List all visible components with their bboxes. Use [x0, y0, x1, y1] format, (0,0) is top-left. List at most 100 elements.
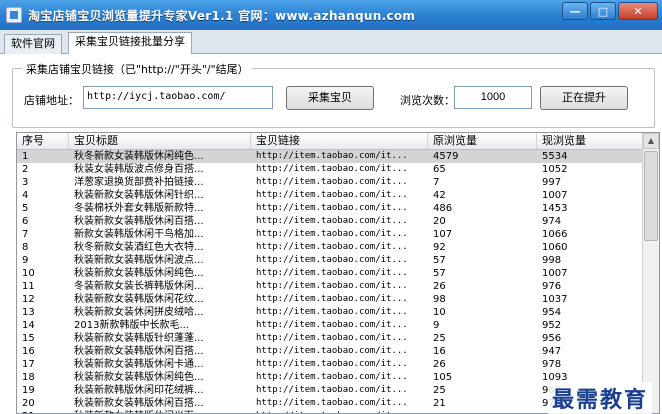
cell-original-views: 57	[433, 268, 446, 279]
cell-index: 16	[22, 346, 35, 357]
cell-title: 秋装新款女装韩版休闲百搭...	[74, 398, 204, 409]
minimize-button[interactable]: —	[562, 2, 588, 20]
cell-current-views: 1060	[542, 242, 568, 253]
column-header-link[interactable]: 宝贝链接	[251, 133, 428, 149]
cell-link: http://item.taobao.com/it...	[256, 177, 408, 187]
table-row[interactable]: 3 洋葱家退换货部费补拍链接... http://item.taobao.com/i…	[17, 176, 659, 189]
cell-title: 秋冬新款女装韩版休闲纯色...	[74, 151, 204, 162]
cell-index: 5	[22, 203, 29, 214]
cell-title: 秋装新款女装韩版休闲花纹...	[74, 294, 204, 305]
table-row[interactable]: 4 秋装新款女装韩版休闲针织... http://item.taobao.com/i…	[17, 189, 659, 202]
cell-title: 秋装女装韩版波点修身百搭...	[74, 164, 204, 175]
shop-address-label: 店铺地址：	[24, 94, 79, 107]
table-row[interactable]: 5 冬装棉袄外套女韩版新款特... http://item.taobao.com/i…	[17, 202, 659, 215]
cell-current-views: 1007	[542, 268, 568, 279]
cell-title: 冬装新款女装长裤韩版休闲...	[74, 281, 204, 292]
cell-original-views: 7	[433, 177, 440, 188]
cell-index: 18	[22, 372, 35, 383]
collect-button[interactable]: 采集宝贝	[286, 86, 374, 110]
cell-link: http://item.taobao.com/it...	[256, 281, 408, 291]
table-row[interactable]: 8 秋冬新款女装酒红色大衣特... http://item.taobao.com/i…	[17, 241, 659, 254]
cell-current-views: 1052	[542, 164, 568, 175]
table-row[interactable]: 13 秋装新款女装休闲拼皮绒哈... http://item.taobao.com/…	[17, 306, 659, 319]
views-count-input[interactable]: 1000	[454, 86, 532, 109]
cell-link: http://item.taobao.com/it...	[256, 242, 408, 252]
cell-index: 9	[22, 255, 29, 266]
cell-original-views: 57	[433, 255, 446, 266]
cell-original-views: 25	[433, 385, 446, 396]
boost-button[interactable]: 正在提升	[540, 86, 628, 110]
table-row[interactable]: 14 2013新款韩版中长款毛... http://item.taobao.com/…	[17, 319, 659, 332]
cell-original-views: 107	[433, 229, 453, 240]
table-row[interactable]: 12 秋装新款女装韩版休闲花纹... http://item.taobao.com/…	[17, 293, 659, 306]
table-row[interactable]: 1 秋冬新款女装韩版休闲纯色... http://item.taobao.com/i…	[17, 150, 659, 163]
cell-title: 秋装新款韩版休闲印花绒裤...	[74, 385, 204, 396]
cell-title: 洋葱家退换货部费补拍链接...	[74, 177, 204, 188]
cell-title: 秋装新款女装休闲拼皮绒哈...	[74, 307, 204, 318]
cell-title: 秋装新款女装韩版休闲针织...	[74, 190, 204, 201]
tab-official-site[interactable]: 软件官网	[4, 34, 62, 54]
cell-link: http://item.taobao.com/it...	[256, 229, 408, 239]
column-header-original-views[interactable]: 原浏览量	[428, 133, 537, 149]
watermark-logo: 最需教育	[547, 382, 652, 414]
main-panel: 采集店铺宝贝链接（已"http://"开头"/"结尾） 店铺地址： http:/…	[0, 54, 662, 414]
close-button[interactable]: ✕	[618, 2, 658, 20]
table-row[interactable]: 9 秋装新款女装韩版休闲波点... http://item.taobao.com/i…	[17, 254, 659, 267]
cell-link: http://item.taobao.com/it...	[256, 255, 408, 265]
table-row[interactable]: 7 新款女装韩版休闲干鸟格加... http://item.taobao.com/i…	[17, 228, 659, 241]
table-row[interactable]: 16 秋装新款女装韩版休闲百搭... http://item.taobao.com/…	[17, 345, 659, 358]
cell-title: 秋冬新款女装酒红色大衣特...	[74, 242, 204, 253]
cell-title: 秋装新款女装韩版休闲光面...	[69, 410, 251, 413]
cell-original-views: 20	[433, 216, 446, 227]
table-row[interactable]: 15 秋装新款女装韩版针织蓬蓬... http://item.taobao.com/…	[17, 332, 659, 345]
cell-link: http://item.taobao.com/it...	[256, 190, 408, 200]
cell-index: 2	[22, 164, 29, 175]
table-row[interactable]: 17 秋装新款女装韩版休闲卡通... http://item.taobao.com/…	[17, 358, 659, 371]
cell-current-views: 1037	[542, 294, 568, 305]
table-row[interactable]: 2 秋装女装韩版波点修身百搭... http://item.taobao.com/i…	[17, 163, 659, 176]
scroll-thumb[interactable]	[644, 151, 658, 241]
cell-original-views: 65	[433, 164, 446, 175]
cell-index: 10	[22, 268, 35, 279]
cell-original-views: 16	[433, 346, 446, 357]
cell-original-views: 486	[433, 203, 453, 214]
cell-index: 20	[22, 398, 35, 409]
cell-title: 秋装新款女装韩版休闲波点...	[74, 255, 204, 266]
shop-address-input[interactable]: http://iycj.taobao.com/	[83, 86, 273, 109]
tab-strip: 软件官网 采集宝贝链接批量分享	[0, 30, 662, 55]
table-row[interactable]: 10 秋装新款女装韩版休闲纯色... http://item.taobao.com/…	[17, 267, 659, 280]
restore-button[interactable]: □	[590, 2, 616, 20]
cell-index: 11	[22, 281, 35, 292]
cell-original-views: 10	[433, 307, 446, 318]
tab-collect-share[interactable]: 采集宝贝链接批量分享	[68, 32, 192, 55]
cell-original-views: 4579	[433, 151, 459, 162]
cell-original-views: 105	[433, 372, 453, 383]
list-header: 序号 宝贝标题 宝贝链接 原浏览量 现浏览量	[17, 133, 659, 150]
table-row[interactable]: 11 冬装新款女装长裤韩版休闲... http://item.taobao.com/…	[17, 280, 659, 293]
vertical-scrollbar[interactable]: ▲	[642, 133, 659, 413]
column-header-index[interactable]: 序号	[17, 133, 69, 149]
cell-index: 6	[22, 216, 29, 227]
list-body: 1 秋冬新款女装韩版休闲纯色... http://item.taobao.com/i…	[17, 150, 659, 413]
cell-link: http://item.taobao.com/it...	[256, 164, 408, 174]
groupbox-title: 采集店铺宝贝链接（已"http://"开头"/"结尾）	[23, 61, 252, 77]
column-header-title[interactable]: 宝贝标题	[69, 133, 251, 149]
cell-title: 2013新款韩版中长款毛...	[74, 320, 189, 331]
table-row[interactable]: 6 秋装新款女装韩版休闲百搭... http://item.taobao.com/i…	[17, 215, 659, 228]
cell-link: http://item.taobao.com/it...	[251, 410, 428, 413]
window-title: 淘宝店铺宝贝浏览量提升专家Ver1.1 官网：www.azhanqun.com	[28, 8, 416, 23]
cell-title: 秋装新款女装韩版休闲百搭...	[74, 216, 204, 227]
cell-current-views: 1453	[542, 203, 568, 214]
cell-original-views: 25	[433, 333, 446, 344]
scroll-up-icon[interactable]: ▲	[643, 133, 659, 149]
cell-original-views: 26	[433, 281, 446, 292]
cell-index: 8	[22, 242, 29, 253]
cell-index: 7	[22, 229, 29, 240]
cell-current-views: 998	[542, 255, 562, 266]
column-header-current-views[interactable]: 现浏览量	[537, 133, 659, 149]
cell-link: http://item.taobao.com/it...	[256, 359, 408, 369]
cell-current-views: 954	[542, 307, 562, 318]
cell-link: http://item.taobao.com/it...	[256, 294, 408, 304]
item-list[interactable]: 序号 宝贝标题 宝贝链接 原浏览量 现浏览量 1 秋冬新款女装韩版休闲纯色... h…	[16, 132, 660, 414]
cell-original-views: 26	[433, 359, 446, 370]
